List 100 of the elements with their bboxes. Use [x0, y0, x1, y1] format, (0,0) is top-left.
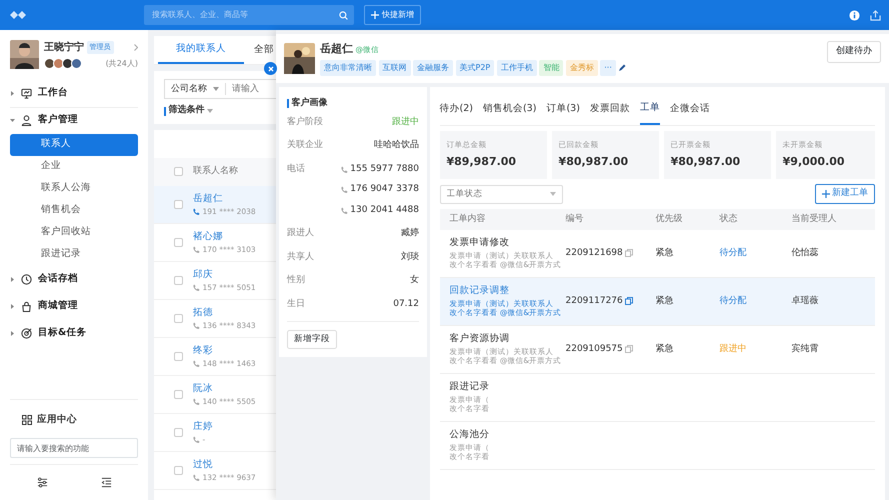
ticket-title: 回款记录调整 — [450, 284, 510, 298]
menu-item[interactable]: 工作台 — [38, 86, 68, 100]
search-bar[interactable]: 搜索联系人、企业、商品等 — [144, 5, 354, 25]
submenu-item[interactable]: 企业 — [10, 156, 138, 178]
user-icon — [21, 115, 32, 126]
tab[interactable]: 发票回款 — [590, 93, 630, 126]
avatar — [44, 58, 55, 69]
ticket-number: 2209117276 — [566, 294, 623, 308]
contact-name: 褚心娜 — [193, 230, 224, 244]
contact-name: 邱庆 — [193, 268, 214, 282]
tag: ··· — [600, 60, 616, 76]
expand-caret-icon[interactable] — [10, 276, 15, 282]
checkbox[interactable] — [174, 167, 183, 176]
stat-value: ¥9,000.00 — [782, 154, 846, 170]
logo-icon — [8, 9, 28, 21]
tab[interactable]: 待办(2) — [440, 93, 473, 126]
new-ticket-button[interactable]: 新建工单 — [814, 184, 875, 204]
tag: 金融服务 — [413, 60, 453, 76]
checkbox[interactable] — [174, 276, 183, 285]
expand-caret-icon[interactable] — [10, 330, 15, 336]
tag: 智能 — [539, 60, 564, 76]
contact-name: 终彩 — [193, 344, 214, 358]
add-field-button[interactable]: 新增字段 — [287, 330, 337, 349]
phone-icon — [193, 474, 200, 481]
stat-value: ¥89,987.00 — [446, 154, 518, 170]
contact-name: 岳超仁 — [193, 192, 224, 206]
copy-icon[interactable] — [625, 249, 634, 258]
submenu-item[interactable]: 联系人 — [10, 134, 138, 156]
chevron-icon[interactable] — [134, 44, 138, 51]
submenu-item[interactable]: 销售机会 — [10, 200, 138, 222]
column-header: 状态 — [720, 212, 738, 226]
field-value: 女 — [410, 274, 419, 287]
filter-conditions-toggle[interactable]: 筛选条件 — [168, 104, 204, 118]
target-icon — [21, 328, 32, 338]
app-center-link[interactable]: 应用中心 — [37, 412, 77, 428]
submenu-item[interactable]: 联系人公海 — [10, 178, 138, 200]
submenu-item[interactable]: 跟进记录 — [10, 244, 138, 266]
status-select[interactable]: 工单状态 — [440, 184, 562, 204]
function-search-field[interactable]: 请输入要搜索的功能 — [10, 438, 138, 458]
checkbox[interactable] — [174, 466, 183, 475]
tab[interactable]: 全部 — [254, 36, 274, 64]
settings-sliders-icon[interactable] — [36, 477, 48, 488]
collapse-menu-icon[interactable] — [100, 477, 112, 488]
phone-icon — [193, 398, 200, 405]
menu-item[interactable]: 目标&任务 — [38, 326, 86, 340]
column-header: 优先级 — [656, 212, 684, 226]
tag: 意向非常清晰 — [320, 60, 376, 76]
field-label: 共享人 — [287, 250, 314, 264]
tab[interactable]: 工单 — [640, 93, 660, 126]
contact-name: 过悦 — [193, 458, 214, 472]
column-header: 工单内容 — [448, 212, 486, 226]
menu-item[interactable]: 商城管理 — [38, 298, 78, 314]
phone-icon — [193, 360, 200, 367]
checkbox[interactable] — [174, 352, 183, 361]
checkbox[interactable] — [174, 200, 183, 209]
expand-caret-icon[interactable] — [10, 90, 15, 96]
export-icon[interactable] — [870, 10, 881, 20]
caret-icon[interactable] — [213, 87, 219, 92]
filter-field-label: 公司名称 — [171, 82, 207, 96]
checkbox[interactable] — [174, 238, 183, 247]
stat-value: ¥80,987.00 — [670, 154, 742, 170]
avatar — [62, 58, 73, 69]
tab[interactable]: 我的联系人 — [158, 36, 244, 64]
submenu-item[interactable]: 客户回收站 — [10, 222, 138, 244]
phone-icon — [340, 186, 348, 194]
checkbox[interactable] — [174, 428, 183, 437]
column-header: 联系人名称 — [193, 165, 238, 178]
checkbox[interactable] — [174, 314, 183, 323]
field-label: 性别 — [287, 274, 305, 287]
tab[interactable]: 订单(3) — [546, 93, 580, 126]
info-icon[interactable] — [849, 10, 860, 20]
stage-status: 跟进中 — [392, 116, 419, 128]
tab[interactable]: 企微会话 — [670, 93, 710, 126]
field-label: 生日 — [287, 298, 305, 310]
copy-icon[interactable] — [625, 345, 634, 354]
plus-icon — [371, 11, 379, 19]
field-value: 刘琰 — [401, 250, 419, 264]
phone-number: 155 5977 7880 — [350, 162, 419, 176]
ticket-status: 待分配 — [720, 294, 748, 308]
checkbox[interactable] — [174, 390, 183, 399]
expand-caret-icon[interactable] — [10, 118, 15, 123]
create-todo-button[interactable]: 创建待办 — [827, 41, 881, 62]
field-value: 哇哈哈饮品 — [374, 139, 419, 152]
expand-caret-icon[interactable] — [10, 304, 15, 308]
copy-icon[interactable] — [625, 297, 634, 306]
tab[interactable]: 销售机会(3) — [482, 93, 536, 126]
phone-number: 176 9047 3378 — [350, 183, 419, 196]
member-count: (共24人) — [106, 58, 138, 70]
tag: 美式P2P — [456, 60, 494, 76]
menu-item[interactable]: 客户管理 — [38, 113, 78, 128]
tag: 互联网 — [378, 60, 410, 76]
search-field[interactable]: 搜索联系人、企业、商品等 — [150, 8, 339, 22]
caret-icon[interactable] — [550, 192, 556, 196]
edit-icon[interactable] — [618, 64, 626, 72]
quick-add-button[interactable]: 快捷新增 — [364, 5, 421, 25]
avatar — [71, 58, 82, 69]
contact-name: 拓德 — [193, 306, 214, 320]
contact-name: 阮冰 — [193, 382, 214, 396]
menu-item[interactable]: 会话存档 — [38, 272, 78, 286]
phone-number: 130 2041 4488 — [350, 204, 419, 216]
